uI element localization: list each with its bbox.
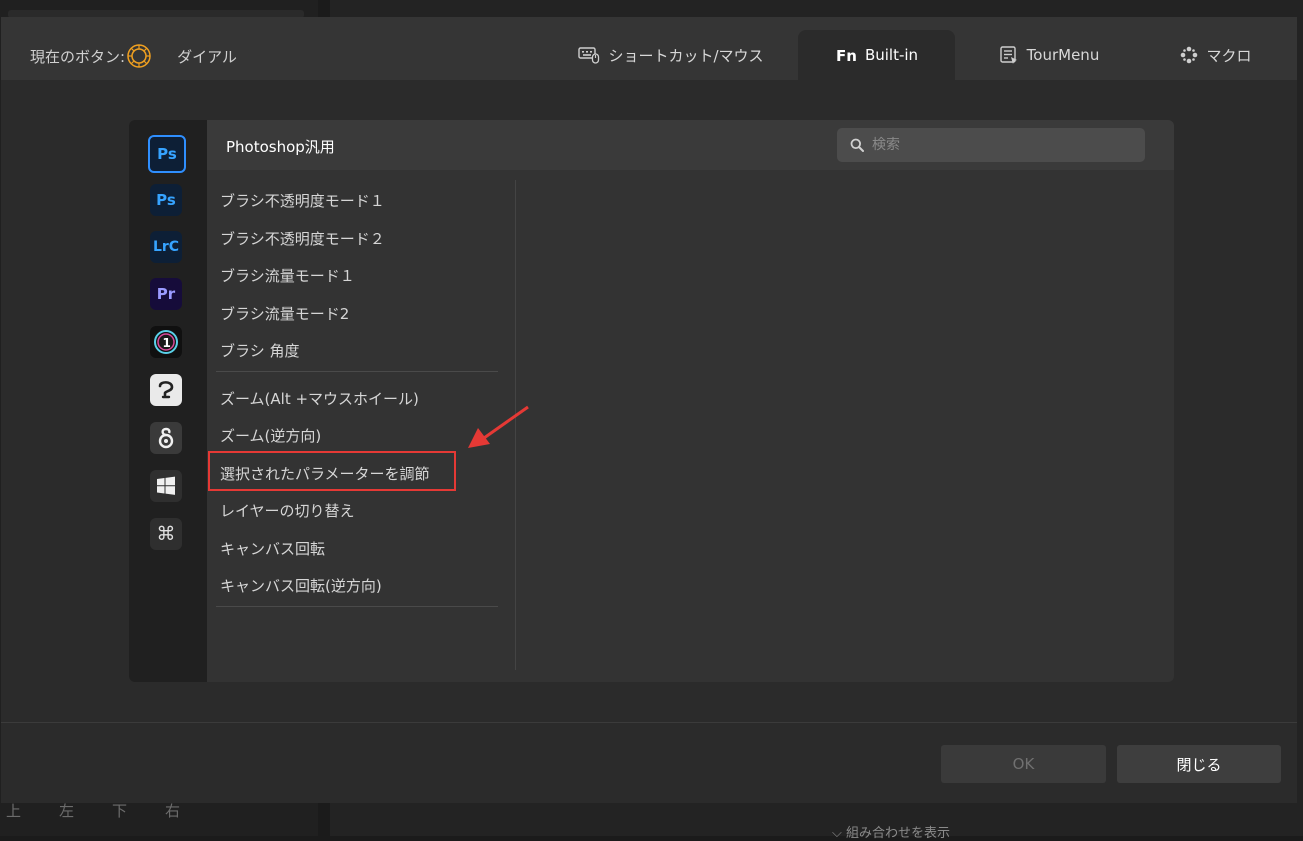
current-button-value: ダイアル [177, 47, 237, 66]
close-button[interactable]: 閉じる [1117, 745, 1281, 783]
direction-down-label: 下 [112, 802, 128, 820]
show-combinations-toggle[interactable]: ⌵ 組み合わせを表示 [832, 822, 950, 841]
category-title: Photoshop汎用 [226, 138, 335, 156]
tab-macro-label: マクロ [1206, 46, 1252, 65]
app-photoshop-icon[interactable]: Ps [150, 184, 182, 216]
current-button-indicator: 現在のボタン: ダイアル [30, 44, 237, 68]
footer-divider [1, 722, 1297, 723]
app-sidebar: Ps Ps LrC Pr 1 ⌘ [129, 120, 207, 682]
current-button-label: 現在のボタン: [30, 47, 126, 66]
search-input[interactable] [870, 136, 1134, 154]
tab-tourmenu-label: TourMenu [1026, 46, 1100, 64]
tab-shortcut-mouse-label: ショートカット/マウス [608, 46, 764, 65]
tab-builtin-label: Built-in [864, 46, 919, 64]
function-item-brush-opacity-1[interactable]: ブラシ不透明度モード１ [220, 190, 385, 211]
direction-up-label: 上 [6, 802, 22, 820]
ok-button[interactable]: OK [941, 745, 1106, 783]
search-icon [850, 138, 864, 152]
function-item-canvas-rotate-reverse[interactable]: キャンバス回転(逆方向) [220, 575, 382, 596]
tab-tourmenu[interactable]: TourMenu [989, 30, 1109, 80]
search-box[interactable] [837, 128, 1145, 162]
function-item-zoom[interactable]: ズーム(Alt +マウスホイール) [220, 388, 419, 409]
app-capture-one-icon[interactable]: 1 [150, 326, 182, 358]
app-windows-icon[interactable] [150, 470, 182, 502]
tab-macro[interactable]: マクロ [1173, 30, 1259, 80]
tab-shortcut-mouse[interactable]: ショートカット/マウス [571, 30, 771, 80]
function-list-header: Photoshop汎用 [207, 120, 1174, 170]
dialog-header: 現在のボタン: ダイアル ショートカット/マウス Fn Built-in Tou… [1, 17, 1297, 80]
function-item-brush-flow-2[interactable]: ブラシ流量モード2 [220, 303, 349, 324]
app-clip-studio-paint-icon[interactable] [150, 374, 182, 406]
highlight-annotation-box [208, 451, 456, 491]
direction-left-label: 左 [59, 802, 75, 820]
fn-icon: Fn [836, 47, 857, 64]
list-divider [216, 606, 498, 607]
background-direction-labels: 上 左 下 右 [6, 800, 180, 821]
builtin-functions-panel: Ps Ps LrC Pr 1 ⌘ Photoshop汎用 検索 ブラシ不透明度モ… [129, 120, 1174, 682]
direction-right-label: 右 [165, 802, 181, 820]
app-lightroom-classic-icon[interactable]: LrC [150, 231, 182, 263]
svg-text:1: 1 [163, 336, 171, 350]
macro-icon [1181, 46, 1198, 64]
function-item-canvas-rotate[interactable]: キャンバス回転 [220, 538, 325, 559]
tab-builtin[interactable]: Fn Built-in [798, 30, 955, 80]
chevron-down-icon: ⌵ [832, 826, 846, 841]
app-premiere-pro-icon[interactable]: Pr [150, 278, 182, 310]
function-item-switch-layer[interactable]: レイヤーの切り替え [220, 500, 355, 521]
function-item-brush-flow-1[interactable]: ブラシ流量モード１ [220, 265, 355, 286]
dial-icon [127, 44, 151, 68]
function-item-brush-opacity-2[interactable]: ブラシ不透明度モード２ [220, 228, 385, 249]
tourmenu-icon [999, 46, 1017, 64]
show-combinations-label: 組み合わせを表示 [846, 826, 951, 841]
app-other-icon[interactable] [150, 422, 182, 454]
function-item-zoom-reverse[interactable]: ズーム(逆方向) [220, 425, 321, 446]
svg-text:Fn: Fn [836, 47, 857, 64]
function-item-brush-angle[interactable]: ブラシ 角度 [220, 340, 299, 361]
app-photoshop-selected-icon[interactable]: Ps [148, 135, 186, 173]
keyboard-mouse-icon [578, 47, 600, 64]
annotation-arrow-icon [468, 405, 529, 448]
list-divider [216, 371, 498, 372]
function-assignment-dialog: 現在のボタン: ダイアル ショートカット/マウス Fn Built-in Tou… [1, 17, 1297, 803]
app-command-icon[interactable]: ⌘ [150, 518, 182, 550]
